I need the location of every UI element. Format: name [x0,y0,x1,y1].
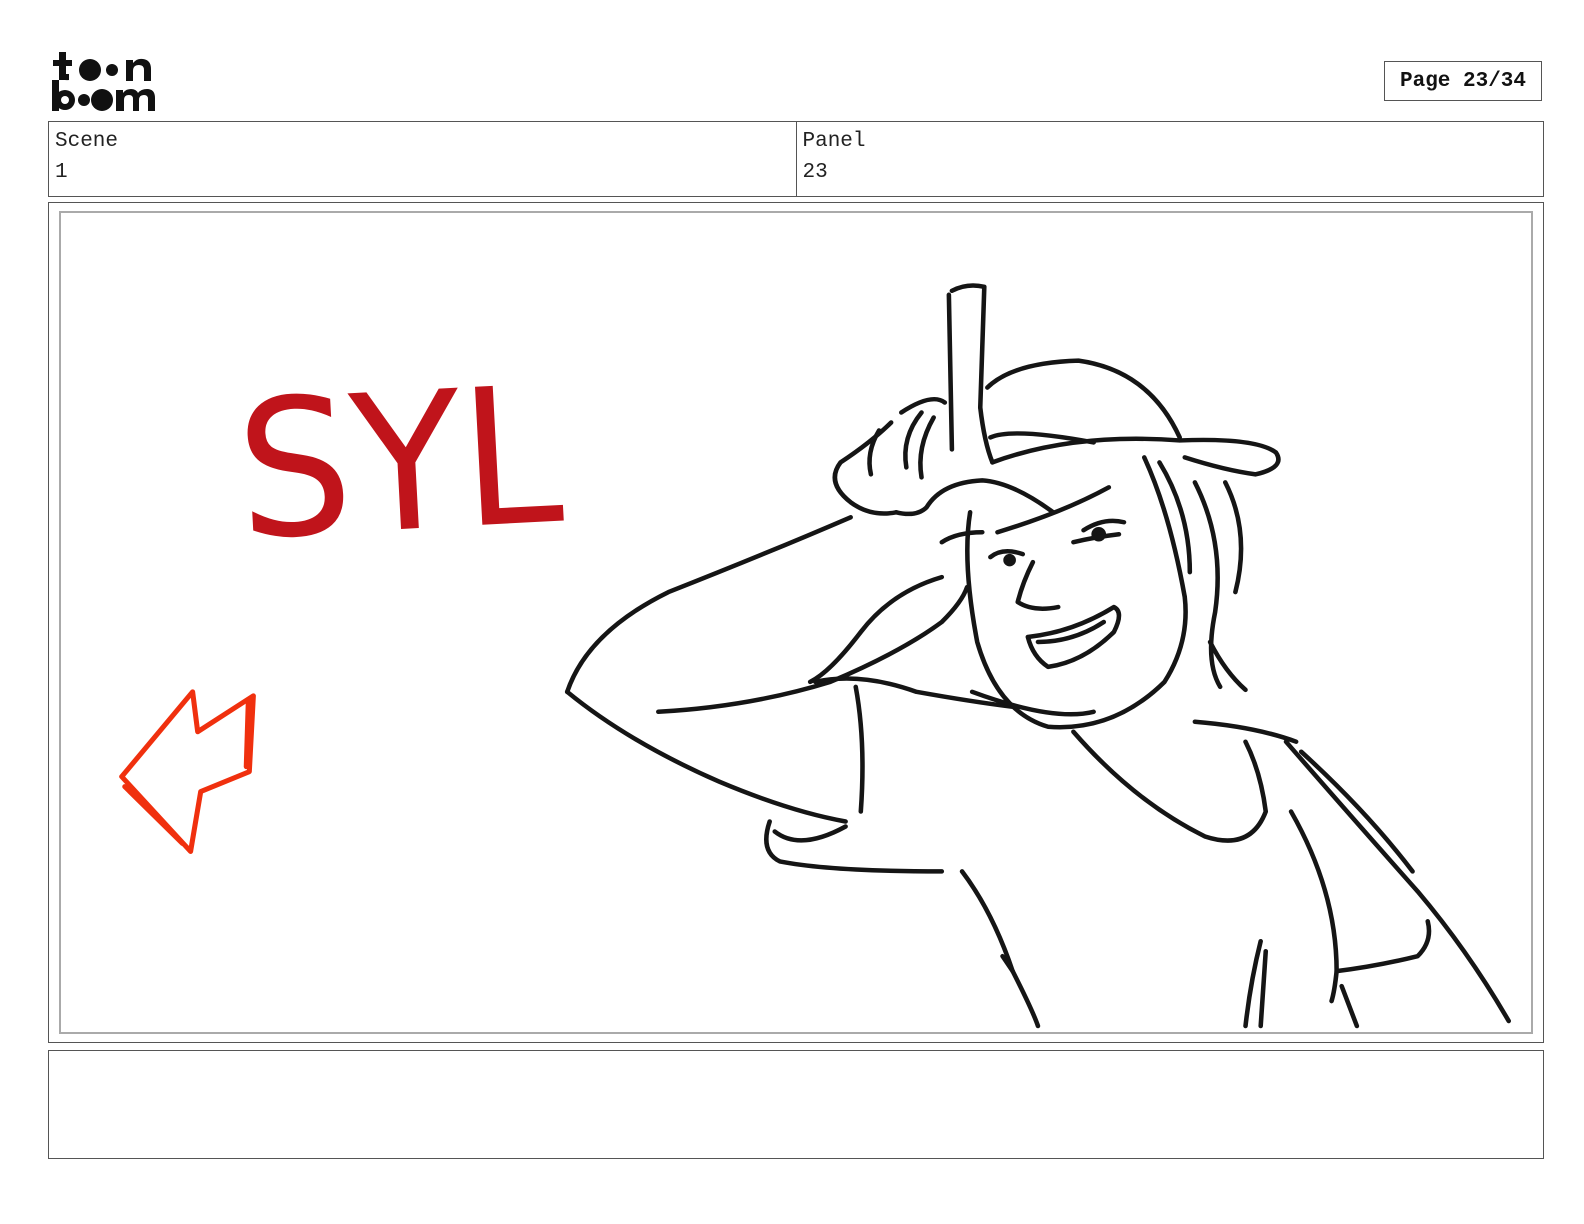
panel-label: Panel [802,130,866,153]
left-arrow-icon [119,689,256,854]
scene-cell: Scene 1 [49,122,796,196]
page-counter: Page 23/34 [1384,61,1542,101]
toon-boom-logo [50,48,170,114]
storyboard-panel-frame: SYL [48,202,1544,1043]
scene-panel-info: Scene 1 Panel 23 [48,121,1544,197]
panel-cell: Panel 23 [795,122,1544,196]
panel-value: 23 [802,161,828,184]
handwritten-syl-text: SYL [232,346,567,583]
scene-value: 1 [55,161,68,184]
panel-drawing: SYL [119,283,1512,1029]
panel-notes-box[interactable] [48,1050,1544,1159]
storyboard-panel-canvas: SYL [59,211,1533,1034]
scene-label: Scene [55,130,119,153]
character-sketch [564,283,1512,1029]
